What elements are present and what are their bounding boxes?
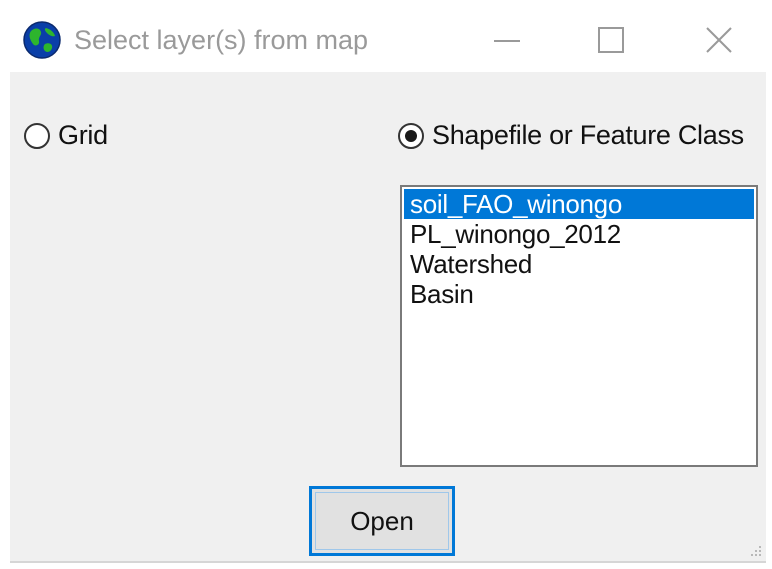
maximize-icon <box>598 27 624 53</box>
grid-radio-label[interactable]: Grid <box>58 120 108 151</box>
open-button[interactable]: Open <box>309 486 455 556</box>
layer-list-item[interactable]: Watershed <box>404 249 754 279</box>
minimize-icon <box>494 40 520 42</box>
layer-list-item[interactable]: Basin <box>404 279 754 309</box>
layer-list-item[interactable]: PL_winongo_2012 <box>404 219 754 249</box>
select-layers-dialog: Select layer(s) from map Grid Shapefile … <box>10 8 766 563</box>
layer-listbox[interactable]: soil_FAO_winongo PL_winongo_2012 Watershed… <box>400 185 758 467</box>
open-button-label: Open <box>350 505 414 536</box>
maximize-button[interactable] <box>566 8 656 72</box>
window-title: Select layer(s) from map <box>74 25 369 55</box>
title-bar[interactable]: Select layer(s) from map <box>10 8 766 72</box>
shapefile-radio-label[interactable]: Shapefile or Feature Class <box>432 120 744 151</box>
layer-list-item[interactable]: soil_FAO_winongo <box>404 189 754 219</box>
globe-icon <box>23 21 61 59</box>
close-button[interactable] <box>674 8 764 72</box>
grid-radio-circle[interactable] <box>24 122 50 149</box>
close-icon <box>706 27 732 53</box>
resize-grip-icon[interactable] <box>748 543 762 557</box>
minimize-button[interactable] <box>462 8 552 72</box>
shapefile-radio-circle[interactable] <box>398 122 424 149</box>
shapefile-radio[interactable]: Shapefile or Feature Class <box>398 120 744 151</box>
grid-radio[interactable]: Grid <box>24 120 108 151</box>
